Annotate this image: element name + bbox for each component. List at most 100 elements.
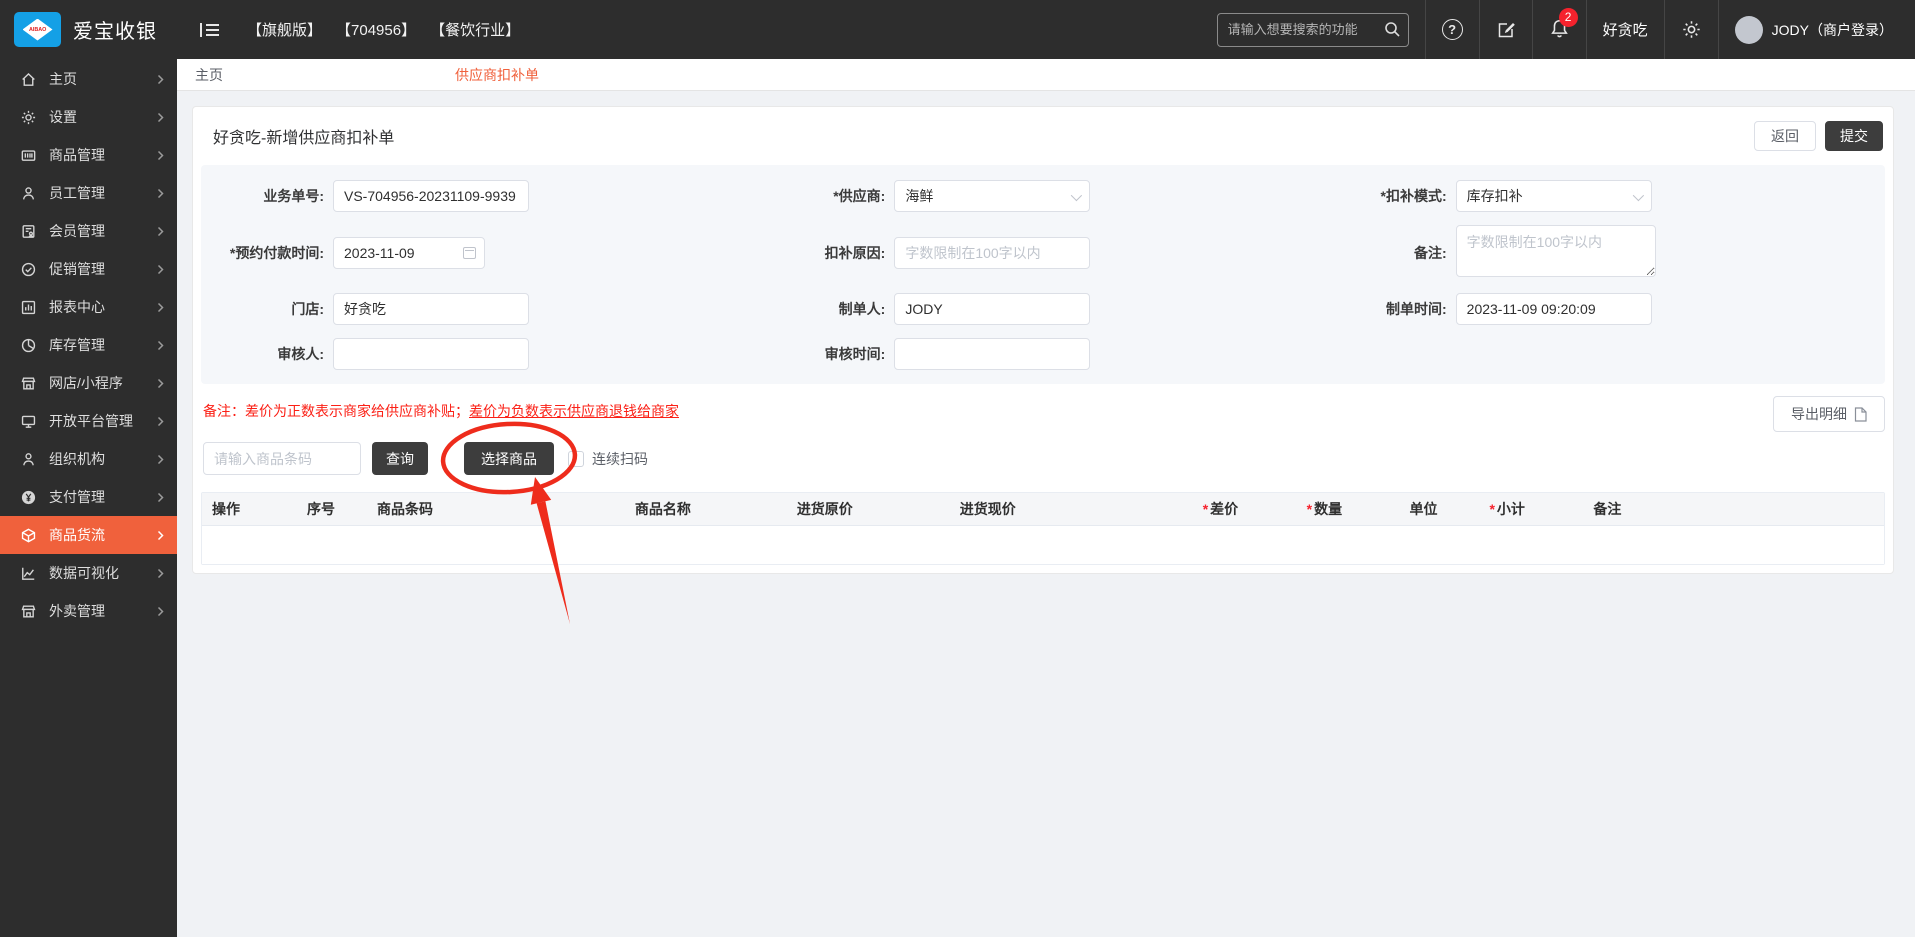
chevron-right-icon [157, 264, 164, 275]
person-icon [20, 185, 37, 202]
store-input[interactable] [333, 293, 529, 325]
continuous-scan-checkbox[interactable] [568, 450, 584, 467]
line-chart-icon [20, 565, 37, 582]
creator-input[interactable] [894, 293, 1091, 325]
function-search-input[interactable] [1216, 12, 1409, 47]
col-unit: 单位 [1409, 501, 1438, 517]
sidebar-item-members[interactable]: 会员管理 [0, 212, 177, 250]
sidebar-item-organization[interactable]: 组织机构 [0, 440, 177, 478]
yuan-coin-icon [20, 489, 37, 506]
feedback-button[interactable] [1478, 0, 1532, 59]
submit-button[interactable]: 提交 [1825, 121, 1883, 151]
app-logo: AIBAO [14, 12, 61, 47]
file-icon [1854, 406, 1867, 422]
product-table: 操作 序号 商品条码 商品名称 进货原价 进货现价 * 差价 * 数量 单位 * 小计… [201, 492, 1885, 565]
store-switcher[interactable]: 好贪吃 [1585, 0, 1664, 59]
chevron-right-icon [157, 150, 164, 161]
select-product-button[interactable]: 选择商品 [464, 442, 554, 475]
collapse-menu-icon[interactable] [199, 21, 221, 39]
deduction-mode-select[interactable]: 库存扣补 [1455, 180, 1652, 212]
chevron-right-icon [157, 74, 164, 85]
topbar: AIBAO 爱宝收银 【旗舰版】 【704956】 【餐饮行业】 ? 2 [0, 0, 1915, 59]
remark-textarea[interactable] [1455, 225, 1656, 277]
member-card-icon [20, 223, 37, 240]
empty-table-row [202, 526, 1884, 564]
col-quantity: * 数量 [1306, 501, 1343, 517]
package-box-icon [20, 527, 37, 544]
sidebar-item-inventory[interactable]: 库存管理 [0, 326, 177, 364]
sidebar-item-online-shop[interactable]: 网店/小程序 [0, 364, 177, 402]
tab-home[interactable]: 主页 [195, 65, 223, 85]
sidebar-item-staff[interactable]: 员工管理 [0, 174, 177, 212]
chevron-right-icon [157, 340, 164, 351]
user-menu[interactable]: JODY（商户登录） [1717, 0, 1915, 59]
col-barcode: 商品条码 [377, 501, 433, 517]
deduction-reason-input[interactable] [894, 236, 1091, 269]
sidebar-item-payments[interactable]: 支付管理 [0, 478, 177, 516]
user-name: JODY（商户登录） [1771, 21, 1893, 38]
gear-icon [20, 109, 37, 126]
gear-icon [1682, 21, 1700, 38]
edition-badges: 【旗舰版】 【704956】 【餐饮行业】 [247, 19, 520, 40]
field-label-reviewer: 审核人: [277, 346, 324, 362]
storefront-icon [20, 375, 37, 392]
back-button[interactable]: 返回 [1754, 121, 1816, 151]
sidebar-item-settings[interactable]: 设置 [0, 98, 177, 136]
sidebar-item-goods-flow[interactable]: 商品货流 [0, 516, 177, 554]
field-label-creator: 制单人: [838, 301, 886, 317]
field-label-remark: 备注: [1413, 244, 1447, 261]
chevron-right-icon [157, 378, 164, 389]
help-button[interactable]: ? [1424, 0, 1479, 59]
create-time-input[interactable] [1455, 293, 1652, 325]
field-label-payment-date: *预约付款时间: [229, 244, 324, 261]
sidebar-item-goods[interactable]: 商品管理 [0, 136, 177, 174]
brand-title: 爱宝收银 [73, 21, 157, 43]
col-index: 序号 [307, 501, 336, 517]
export-detail-button[interactable]: 导出明细 [1773, 396, 1885, 432]
sidebar-item-takeout[interactable]: 外卖管理 [0, 592, 177, 630]
field-label-review-time: 审核时间: [824, 346, 886, 362]
price-difference-note: 备注：差价为正数表示商家给供应商补贴；差价为负数表示供应商退钱给商家 [203, 403, 679, 419]
sidebar-item-data-visualization[interactable]: 数据可视化 [0, 554, 177, 592]
col-original-price: 进货原价 [796, 501, 853, 517]
reviewer-input[interactable] [333, 338, 529, 370]
field-label-order-no: 业务单号: [263, 188, 324, 204]
field-label-deduction-mode: *扣补模式: [1380, 188, 1447, 204]
barcode-input[interactable] [203, 442, 361, 475]
logo-diamond-icon: AIBAO [22, 18, 53, 41]
col-action: 操作 [212, 501, 240, 517]
chevron-right-icon [157, 302, 164, 313]
supplier-select[interactable]: 海鲜 [894, 180, 1091, 212]
chevron-right-icon [157, 454, 164, 465]
chevron-right-icon [157, 416, 164, 427]
product-table-header: 操作 序号 商品条码 商品名称 进货原价 进货现价 * 差价 * 数量 单位 * 小计… [202, 493, 1884, 526]
help-icon: ? [1441, 19, 1463, 40]
chevron-right-icon [157, 606, 164, 617]
sidebar-item-reports[interactable]: 报表中心 [0, 288, 177, 326]
logo-text: AIBAO [28, 26, 47, 33]
order-no-input[interactable] [333, 180, 529, 212]
sidebar-item-promotions[interactable]: 促销管理 [0, 250, 177, 288]
sidebar-item-home[interactable]: 主页 [0, 60, 177, 98]
query-button[interactable]: 查询 [372, 442, 428, 475]
field-label-create-time: 制单时间: [1385, 301, 1447, 317]
search-icon [1384, 21, 1400, 37]
sidebar-item-open-platform[interactable]: 开放平台管理 [0, 402, 177, 440]
settings-button[interactable] [1663, 0, 1718, 59]
open-tabs-bar: 主页 供应商扣补单 [177, 59, 1915, 91]
col-remark: 备注 [1593, 501, 1622, 517]
field-label-supplier: *供应商: [833, 188, 886, 204]
supplier-deduction-card: 好贪吃-新增供应商扣补单 返回 提交 业务单号: *供应商: [192, 106, 1894, 624]
tab-supplier-deduction[interactable]: 供应商扣补单 [455, 65, 539, 85]
notification-badge: 2 [1558, 7, 1578, 27]
review-time-input[interactable] [894, 338, 1091, 370]
order-form: 业务单号: *供应商: 海鲜 *扣补模式: 库存扣补 [201, 165, 1885, 384]
monitor-icon [20, 413, 37, 430]
merchant-id-badge: 【704956】 [336, 22, 417, 39]
col-subtotal: * 小计 [1489, 501, 1525, 517]
takeout-shop-icon [20, 603, 37, 620]
barcode-icon [20, 147, 37, 164]
chevron-right-icon [157, 568, 164, 579]
edit-icon [1498, 22, 1515, 37]
notifications-button[interactable]: 2 [1531, 0, 1586, 59]
